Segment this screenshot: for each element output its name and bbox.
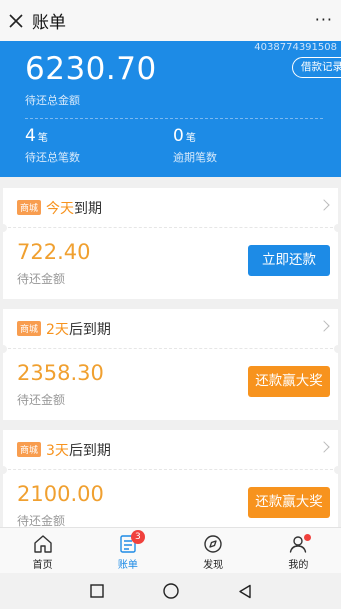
- due-days: 2天: [46, 321, 69, 338]
- overdue-count-unit: 笔: [185, 133, 196, 144]
- close-button[interactable]: [2, 0, 30, 41]
- back-triangle-icon[interactable]: [238, 584, 252, 599]
- overdue-count-stat: 0笔 逾期笔数: [173, 126, 217, 165]
- card-notch: [0, 345, 7, 353]
- tab-bill-label: 账单: [117, 560, 138, 571]
- bill-amount-label: 待还金额: [17, 272, 66, 286]
- repay-now-button[interactable]: 立即还款: [248, 245, 330, 276]
- due-days: 3天: [46, 442, 69, 459]
- due-suffix: 到期: [74, 200, 103, 217]
- bill-card-header[interactable]: 商城 今天 到期: [3, 188, 338, 228]
- due-suffix: 后到期: [68, 442, 111, 459]
- repay-win-prize-button[interactable]: 还款赢大奖: [248, 487, 330, 518]
- due-suffix: 后到期: [68, 321, 111, 338]
- loan-history-button[interactable]: 借款记录: [292, 57, 341, 78]
- total-amount-label: 待还总金额: [25, 94, 80, 107]
- repay-win-prize-button[interactable]: 还款赢大奖: [248, 366, 330, 397]
- card-notch: [334, 466, 341, 474]
- bill-count-badge: 3: [130, 530, 145, 544]
- home-icon: [33, 535, 52, 553]
- bottom-tab-bar: 首页 3 账单 发现 我的: [0, 527, 341, 573]
- card-notch: [334, 345, 341, 353]
- due-days: 今天: [46, 200, 75, 217]
- overdue-count: 0: [173, 126, 184, 146]
- total-amount: 6230.70: [25, 51, 157, 87]
- mall-tag: 商城: [17, 321, 42, 336]
- mall-tag: 商城: [17, 442, 42, 457]
- tab-home[interactable]: 首页: [0, 528, 85, 573]
- card-notch: [334, 224, 341, 232]
- tab-discover-label: 发现: [203, 560, 224, 571]
- tab-bill[interactable]: 3 账单: [85, 528, 170, 573]
- bill-card[interactable]: 商城 今天 到期 722.40 待还金额 立即还款: [0, 188, 341, 299]
- bill-amount: 2358.30: [17, 361, 104, 385]
- tab-mine[interactable]: 我的: [256, 528, 341, 573]
- page-title: 账单: [32, 13, 66, 33]
- user-id: 4038774391508: [254, 42, 337, 53]
- tab-mine-label: 我的: [288, 560, 309, 571]
- tab-home-label: 首页: [32, 560, 53, 571]
- bill-card[interactable]: 商城 2天 后到期 2358.30 待还金额 还款赢大奖: [0, 309, 341, 420]
- card-notch: [0, 224, 7, 232]
- pending-count-unit: 笔: [37, 133, 48, 144]
- card-notch: [0, 466, 7, 474]
- chevron-right-icon: [318, 320, 330, 332]
- bill-card-header[interactable]: 商城 2天 后到期: [3, 309, 338, 349]
- close-icon: [9, 13, 23, 28]
- chevron-right-icon: [318, 441, 330, 453]
- pending-count-label: 待还总笔数: [25, 151, 80, 164]
- summary-panel: 4038774391508 6230.70 待还总金额 借款记录 4笔 待还总笔…: [0, 41, 341, 177]
- chevron-right-icon: [318, 199, 330, 211]
- compass-icon: [204, 535, 222, 553]
- bill-amount-label: 待还金额: [17, 393, 66, 407]
- top-bar: 账单 ···: [0, 0, 341, 41]
- bill-card-header[interactable]: 商城 3天 后到期: [3, 430, 338, 470]
- divider: [25, 118, 323, 119]
- system-nav-bar: [0, 573, 341, 609]
- notification-dot: [304, 534, 312, 541]
- recent-apps-icon[interactable]: [89, 584, 104, 598]
- more-menu-button[interactable]: ···: [315, 10, 333, 29]
- pending-count: 4: [25, 126, 36, 146]
- bill-amount: 2100.00: [17, 482, 104, 506]
- tab-discover[interactable]: 发现: [171, 528, 256, 573]
- bill-card[interactable]: 商城 3天 后到期 2100.00 待还金额 还款赢大奖: [0, 430, 341, 541]
- overdue-count-label: 逾期笔数: [173, 151, 217, 164]
- mall-tag: 商城: [17, 200, 42, 215]
- pending-count-stat: 4笔 待还总笔数: [25, 126, 80, 165]
- home-circle-icon[interactable]: [162, 583, 179, 599]
- bill-amount: 722.40: [17, 240, 91, 264]
